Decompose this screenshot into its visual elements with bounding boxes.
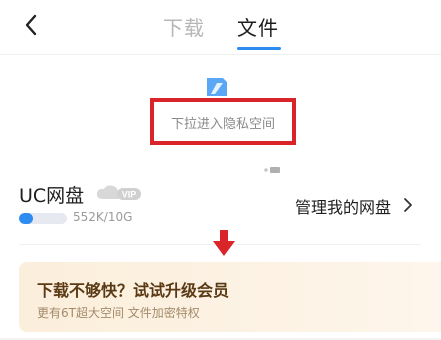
manage-cloud-drive-button[interactable]: 管理我的网盘 (295, 194, 391, 218)
storage-usage-fill (19, 213, 34, 224)
vip-cloud-badge-icon: VIP (96, 185, 141, 200)
vip-badge-label: VIP (122, 190, 137, 200)
active-tab-indicator (237, 47, 281, 50)
tab-file[interactable]: 文件 (237, 12, 279, 41)
promo-subtitle: 更有6T超大空间 文件加密特权 (37, 306, 200, 320)
promo-title: 下载不够快？试试升级会员 (37, 281, 230, 300)
cloud-drive-title: UC网盘 (19, 185, 85, 207)
private-space-hint-highlight: 下拉进入隐私空间 (150, 98, 296, 145)
top-nav-bar: 下载 文件 (0, 0, 441, 56)
private-space-hint: 下拉进入隐私空间 (170, 117, 275, 132)
arrow-down-icon (213, 230, 235, 256)
tab-download[interactable]: 下载 (163, 12, 205, 41)
storage-usage-bar (19, 213, 67, 224)
tab-bar: 下载 文件 (0, 0, 441, 56)
storage-usage-text: 552K/10G (73, 210, 133, 224)
private-space-icon (207, 78, 227, 96)
header-divider (0, 54, 441, 55)
chevron-right-icon[interactable] (402, 196, 414, 214)
dots-icon (264, 167, 280, 173)
membership-upgrade-banner[interactable]: 下载不够快？试试升级会员 更有6T超大空间 文件加密特权 (19, 262, 441, 332)
